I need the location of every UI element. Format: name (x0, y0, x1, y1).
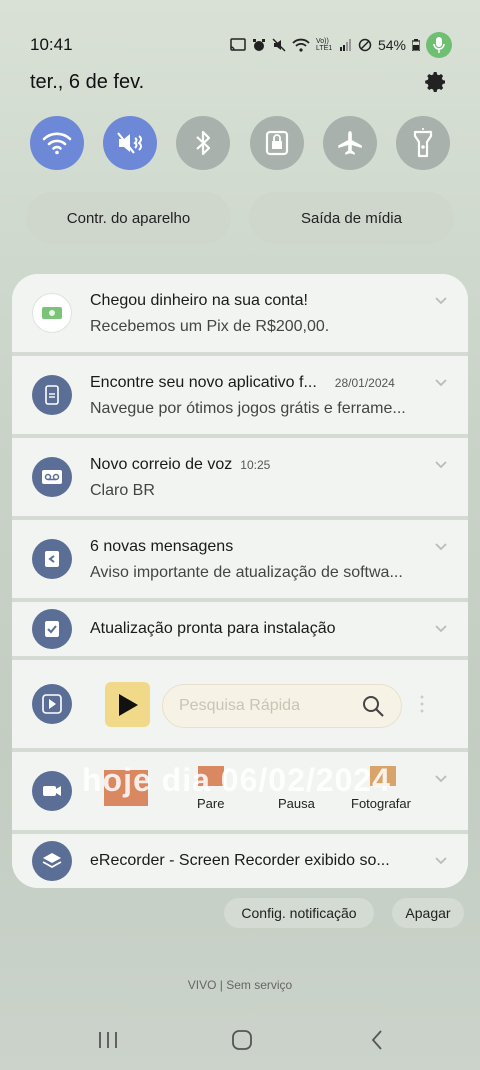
battery-percent: 54% (377, 37, 406, 53)
alarm-icon (252, 39, 265, 51)
notification-title: Atualização pronta para instalação (90, 620, 336, 637)
rotation-lock-toggle[interactable] (249, 116, 304, 170)
overlay-date-text: hoje dia 06/02/2024 (82, 762, 391, 798)
wifi-status-icon (292, 38, 310, 52)
erecorder-app-icon (32, 841, 72, 881)
no-signal-icon (358, 38, 372, 52)
sound-muted-icon (117, 132, 143, 154)
notification-title: Chegou dinheiro na sua conta! (90, 292, 308, 309)
video-camera-icon (43, 786, 61, 796)
money-icon (42, 307, 62, 319)
notification-title: Novo correio de voz 10:25 (90, 456, 271, 473)
carrier-label: VIVO | Sem serviço (187, 978, 293, 992)
flashlight-icon (413, 128, 433, 158)
voicemail-icon (42, 470, 62, 484)
back-icon[interactable] (370, 1029, 384, 1051)
battery-icon (412, 39, 420, 51)
software-update-icon (32, 609, 72, 649)
media-output-button[interactable]: Saída de mídia (249, 192, 454, 244)
notification-body: Recebemos um Pix de R$200,00. (90, 318, 330, 335)
device-control-button[interactable]: Contr. do aparelho (26, 192, 231, 244)
home-icon[interactable] (231, 1029, 253, 1051)
date-row: ter., 6 de fev. (30, 70, 448, 94)
play-triangle-icon (118, 693, 138, 716)
bluetooth-toggle[interactable] (176, 116, 231, 170)
notification-voicemail[interactable]: Novo correio de voz 10:25 Claro BR (12, 438, 468, 516)
status-icons: Vo)) LTE1 54% (230, 32, 452, 58)
notification-title: 6 novas mensagens (90, 538, 234, 555)
layers-icon (42, 853, 62, 869)
chevron-down-icon[interactable] (434, 460, 448, 470)
notification-time: 28/01/2024 (334, 376, 395, 390)
notification-title: eRecorder - Screen Recorder exibido so..… (90, 852, 390, 869)
notification-body: Navegue por ótimos jogos grátis e ferram… (90, 400, 406, 417)
voicemail-app-icon (32, 457, 72, 497)
update-app-icon (32, 539, 72, 579)
notification-pix[interactable]: Chegou dinheiro na sua conta! Recebemos … (12, 274, 468, 352)
notification-update-ready[interactable]: Atualização pronta para instalação (12, 602, 468, 656)
mic-icon (433, 37, 445, 53)
quick-search-input[interactable]: Pesquisa Rápida (162, 684, 402, 728)
status-bar: 10:41 Vo)) LTE1 54% (30, 30, 452, 60)
wifi-icon (42, 132, 72, 155)
chevron-down-icon[interactable] (434, 542, 448, 552)
recorder-app-icon (32, 771, 72, 811)
quick-search-placeholder: Pesquisa Rápida (179, 697, 300, 714)
notification-body: Aviso importante de atualização de softw… (90, 564, 403, 581)
gear-icon[interactable] (424, 70, 448, 94)
phone-icon (45, 385, 59, 405)
bluetooth-icon (196, 130, 211, 156)
search-icon[interactable] (361, 694, 385, 718)
sound-toggle[interactable] (103, 116, 158, 170)
play-app-tile[interactable] (105, 682, 150, 727)
play-icon (42, 694, 62, 714)
notification-messages[interactable]: 6 novas mensagens Aviso importante de at… (12, 520, 468, 598)
airplane-icon (337, 131, 362, 155)
notification-settings-button[interactable]: Config. notificação (224, 898, 374, 928)
chevron-down-icon[interactable] (434, 296, 448, 306)
network-label: Vo)) LTE1 (315, 38, 333, 52)
mic-indicator[interactable] (426, 32, 452, 58)
clear-all-button[interactable]: Apagar (392, 898, 464, 928)
signal-icon (339, 39, 351, 51)
notification-erecorder[interactable]: eRecorder - Screen Recorder exibido so..… (12, 834, 468, 888)
cast-icon (230, 38, 246, 51)
notification-body: Claro BR (90, 482, 155, 499)
notification-time: 10:25 (240, 458, 271, 472)
chevron-down-icon[interactable] (434, 774, 448, 784)
mute-icon (272, 38, 286, 52)
check-box-icon (45, 621, 59, 637)
navigation-bar (0, 1026, 480, 1056)
chevron-down-icon[interactable] (434, 856, 448, 866)
chevron-down-icon[interactable] (434, 378, 448, 388)
play-store-app-icon (32, 684, 72, 724)
bank-app-icon (32, 293, 72, 333)
chevron-down-icon[interactable] (434, 624, 448, 634)
airplane-toggle[interactable] (322, 116, 377, 170)
flashlight-toggle[interactable] (395, 116, 450, 170)
clock: 10:41 (30, 35, 73, 54)
update-icon (45, 551, 59, 567)
more-vertical-icon[interactable] (419, 694, 425, 714)
notification-quick-search[interactable]: Pesquisa Rápida (12, 660, 468, 748)
date-label: ter., 6 de fev. (30, 70, 145, 93)
recent-apps-icon[interactable] (96, 1030, 120, 1050)
media-pills: Contr. do aparelho Saída de mídia (26, 192, 454, 244)
wifi-toggle[interactable] (30, 116, 84, 170)
app-store-icon (32, 375, 72, 415)
notification-title: Encontre seu novo aplicativo f... 28/01/2… (90, 374, 395, 391)
lock-rotation-icon (265, 130, 288, 156)
notification-app-store[interactable]: Encontre seu novo aplicativo f... 28/01/2… (12, 356, 468, 434)
quick-settings-row (30, 116, 450, 170)
